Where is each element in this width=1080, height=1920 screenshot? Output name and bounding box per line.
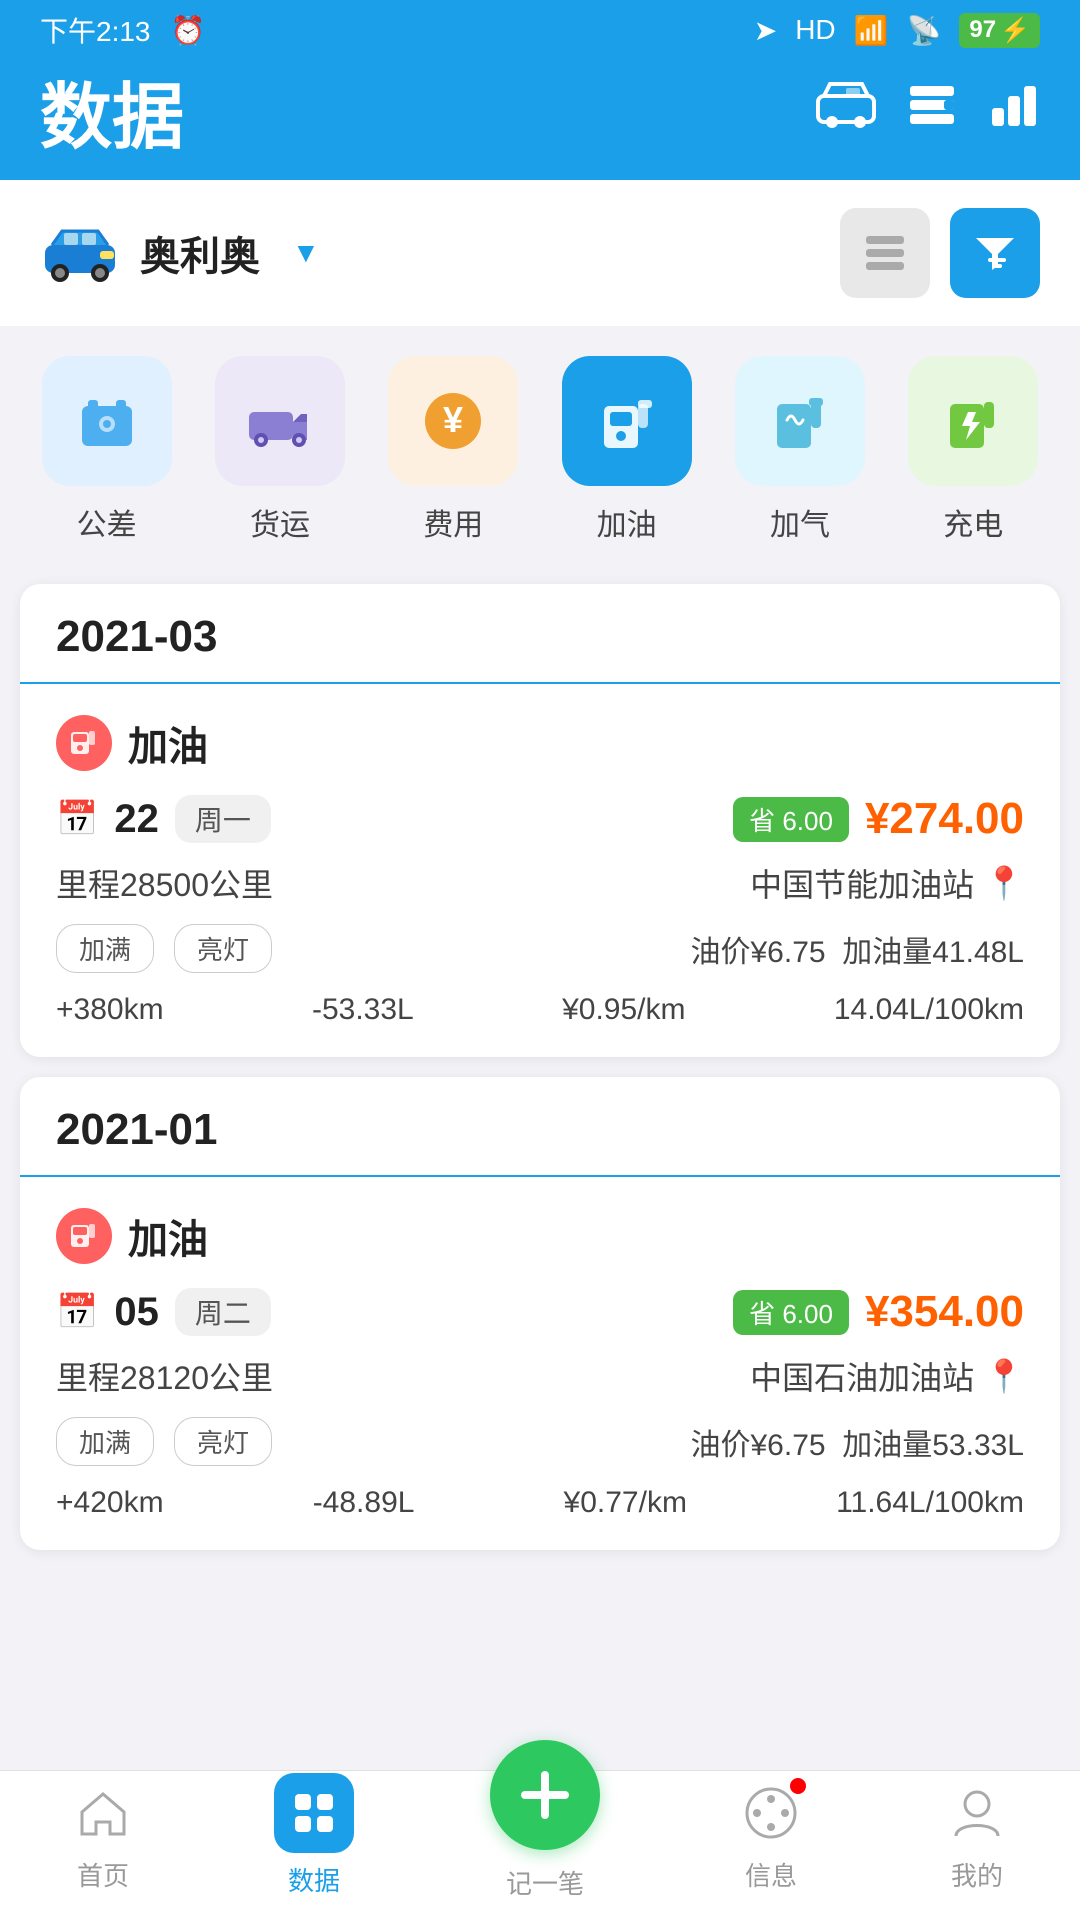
huoyun-icon [215,356,345,486]
nav-mine[interactable]: 我的 [942,1778,1012,1893]
save-badge-1: 省 6.00 [733,1290,849,1335]
header: 数据 [0,60,1080,180]
category-jiaqi[interactable]: 加气 [735,356,865,544]
svg-text:¥: ¥ [443,399,463,440]
tag-0-1: 亮灯 [174,924,272,973]
record-type-1: 加油 [128,1207,208,1265]
nav-home[interactable]: 首页 [68,1778,138,1893]
add-button[interactable] [490,1740,600,1850]
mileage-0: 里程28500公里 [56,860,273,906]
time-display: 下午2:13 [40,10,151,50]
nav-data[interactable]: 数据 [274,1773,354,1898]
car-name-label: 奥利奥 [140,224,260,282]
tag-1-0: 加满 [56,1417,154,1466]
car-list-header-icon[interactable] [816,78,876,143]
list-view-button[interactable] [840,208,930,298]
month-header-1: 2021-01 [20,1077,1060,1177]
category-chongdian[interactable]: 充电 [908,356,1038,544]
fuel-badge-icon-0 [56,715,112,771]
signal-bars-icon: 📶 [854,14,889,47]
home-nav-label: 首页 [77,1856,129,1893]
fuel-badge-icon-1 [56,1208,112,1264]
feiyong-label: 费用 [423,500,483,544]
home-nav-icon [68,1778,138,1848]
category-huoyun[interactable]: 货运 [215,356,345,544]
month-section-0: 2021-03 加油 📅 22 周一 [20,584,1060,1057]
stat-perkm-1: ¥0.77/km [564,1486,687,1520]
category-gongcha[interactable]: 公差 [42,356,172,544]
oil-info-0: 油价¥6.75 加油量41.48L [690,927,1024,971]
stat-perkm-0: ¥0.95/km [562,993,685,1027]
tag-0-0: 加满 [56,924,154,973]
nav-add[interactable]: 记一笔 [490,1770,600,1901]
oil-info-1: 油价¥6.75 加油量53.33L [690,1420,1024,1464]
huoyun-label: 货运 [250,500,310,544]
location-pin-icon-1: 📍 [984,1357,1024,1395]
mine-nav-icon [942,1778,1012,1848]
record-date-0: 22 [114,797,159,842]
weekday-badge-1: 周二 [175,1288,271,1336]
page-title: 数据 [40,58,184,163]
record-date-1: 05 [114,1290,159,1335]
record-card-0[interactable]: 加油 📅 22 周一 省 6.00 ¥274.00 里程28500公里 中国节能… [20,684,1060,1057]
nav-info[interactable]: 信息 [736,1778,806,1893]
category-feiyong[interactable]: ¥ 费用 [388,356,518,544]
feiyong-icon: ¥ [388,356,518,486]
list-header-icon[interactable] [906,78,958,143]
filter-button[interactable] [950,208,1040,298]
gongcha-icon [42,356,172,486]
jiayou-label: 加油 [597,500,657,544]
weekday-badge-0: 周一 [175,795,271,843]
battery-indicator: 97 ⚡ [959,13,1040,48]
data-nav-label: 数据 [288,1861,340,1898]
status-bar: 下午2:13 ⏰ ➤ HD 📶 📡 97 ⚡ [0,0,1080,60]
category-jiayou[interactable]: 加油 [562,356,692,544]
month-header-0: 2021-03 [20,584,1060,684]
stat-per100km-0: 14.04L/100km [834,993,1024,1027]
jiayou-icon [562,356,692,486]
month-section-1: 2021-01 加油 📅 05 周二 [20,1077,1060,1550]
wifi-icon: 📡 [907,14,942,47]
mileage-1: 里程28120公里 [56,1353,273,1399]
jiaqi-label: 加气 [770,500,830,544]
stat-per100km-1: 11.64L/100km [836,1486,1024,1520]
save-badge-0: 省 6.00 [733,797,849,842]
info-nav-label: 信息 [745,1856,797,1893]
add-nav-label: 记一笔 [506,1864,584,1901]
info-nav-icon [736,1778,806,1848]
tag-1-1: 亮灯 [174,1417,272,1466]
alarm-icon: ⏰ [171,14,206,47]
calendar-icon-1: 📅 [56,1292,98,1332]
signal-icon: HD [795,14,835,46]
stat-liter-1: -48.89L [313,1486,415,1520]
chongdian-label: 充电 [943,500,1003,544]
total-price-0: ¥274.00 [865,794,1024,844]
data-nav-icon [274,1773,354,1853]
chart-header-icon[interactable] [988,78,1040,143]
bottom-nav: 首页 数据 记一笔 [0,1770,1080,1920]
chongdian-icon [908,356,1038,486]
station-name-1: 中国石油加油站 [750,1353,974,1399]
record-card-1[interactable]: 加油 📅 05 周二 省 6.00 ¥354.00 里程28120公里 中国石油… [20,1177,1060,1550]
location-pin-icon-0: 📍 [984,864,1024,902]
gongcha-label: 公差 [77,500,137,544]
car-icon [40,218,120,288]
stat-liter-0: -53.33L [312,993,414,1027]
mine-nav-label: 我的 [951,1856,1003,1893]
stat-km-1: +420km [56,1486,164,1520]
category-row: 公差 货运 ¥ [0,326,1080,564]
car-selector[interactable]: 奥利奥 ▼ [0,180,1080,326]
dropdown-arrow-icon[interactable]: ▼ [292,237,320,269]
station-name-0: 中国节能加油站 [750,860,974,906]
record-type-0: 加油 [128,714,208,772]
calendar-icon-0: 📅 [56,799,98,839]
total-price-1: ¥354.00 [865,1287,1024,1337]
location-icon: ➤ [754,14,777,47]
notification-dot [790,1778,806,1794]
jiaqi-icon [735,356,865,486]
stat-km-0: +380km [56,993,164,1027]
